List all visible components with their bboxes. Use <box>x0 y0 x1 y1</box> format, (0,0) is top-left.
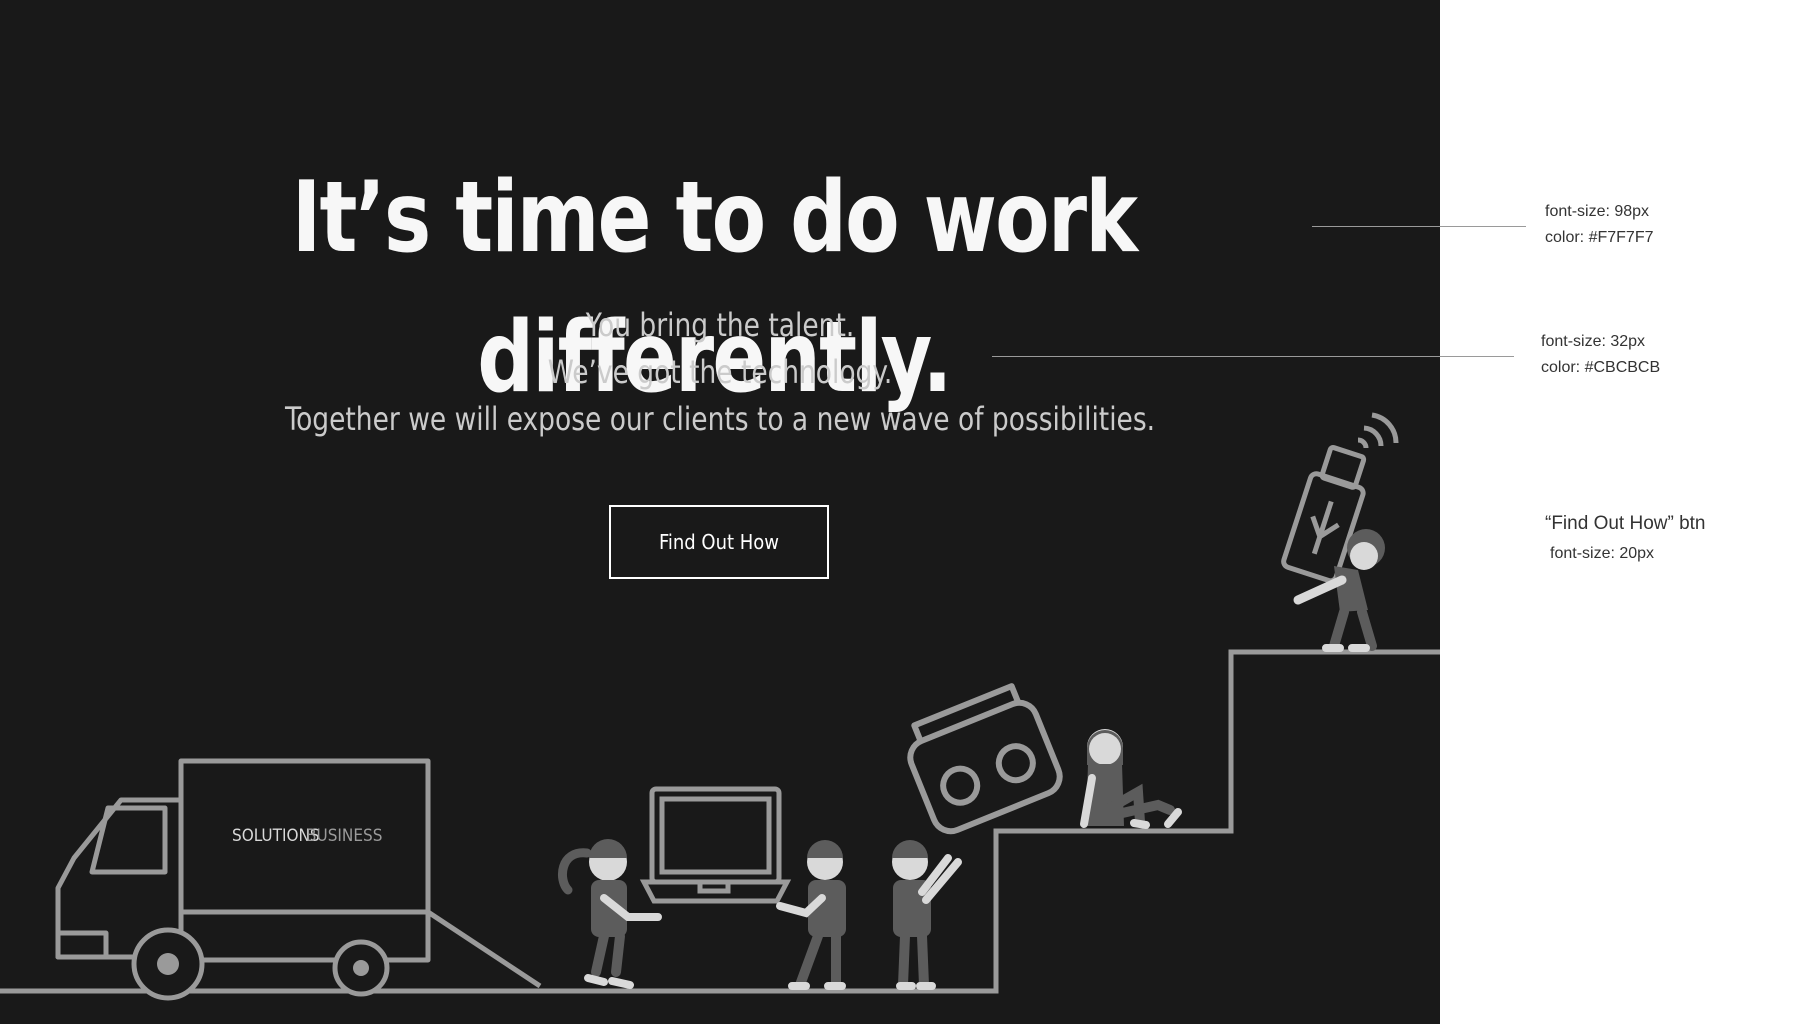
headline-annotation: font-size: 98px color: #F7F7F7 <box>1545 199 1653 251</box>
button-annotation-size: font-size: 20px <box>1550 545 1655 562</box>
stairs-outline <box>0 649 1440 994</box>
subtitle-annotation-size: font-size: 32px <box>1541 333 1646 350</box>
worker-left-figure <box>557 839 662 989</box>
subtitle-leader-line <box>992 356 1514 357</box>
button-annotation: “Find Out How” btn <box>1545 509 1706 539</box>
worker-vr-figure <box>892 840 962 990</box>
headline-annotation-color: color: #F7F7F7 <box>1545 229 1654 246</box>
illustration: SOLUTIONS BUSINESS <box>0 412 1440 1001</box>
button-annotation-title: “Find Out How” btn <box>1545 513 1706 534</box>
usb-carrier-figure <box>1281 412 1399 652</box>
subtitle-annotation-color: color: #CBCBCB <box>1541 359 1661 376</box>
sitting-person-figure <box>1080 729 1182 829</box>
headline-leader-line <box>1312 226 1526 227</box>
laptop-illustration <box>639 786 792 904</box>
truck-illustration <box>55 758 542 1001</box>
headline-annotation-size: font-size: 98px <box>1545 203 1650 220</box>
worker-middle-figure <box>776 840 846 990</box>
truck-brand-business: BUSINESS <box>306 826 382 846</box>
vr-headset-illustration <box>907 683 1063 835</box>
subtitle-annotation: font-size: 32px color: #CBCBCB <box>1541 329 1660 381</box>
button-annotation-size-wrap: font-size: 20px <box>1550 541 1654 567</box>
hero-section: It’s time to do work differently. You br… <box>0 0 1440 1024</box>
